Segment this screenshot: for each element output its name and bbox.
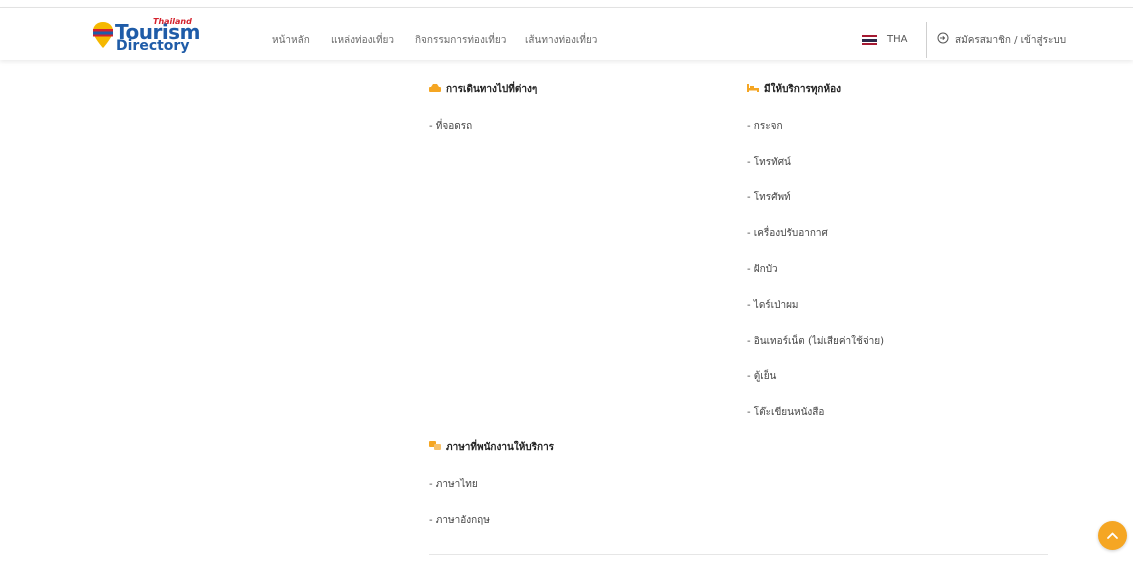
room-services-section-title: มีให้บริการทุกห้อง (747, 83, 897, 95)
section-divider (429, 554, 1048, 555)
login-icon (937, 32, 949, 44)
thai-flag-icon (862, 35, 877, 45)
bed-icon (747, 84, 759, 92)
room-service-item: - เครื่องปรับอากาศ (747, 228, 828, 239)
room-service-item: - โต๊ะเขียนหนังสือ (747, 407, 825, 418)
site-header: Thailand Tourism Directory หน้าหลัก แหล่… (0, 8, 1133, 60)
language-item: - ภาษาอังกฤษ (429, 515, 490, 526)
scroll-to-top-button[interactable] (1098, 521, 1127, 550)
nav-item-home[interactable]: หน้าหลัก (272, 33, 310, 48)
room-service-item: - อินเทอร์เน็ต (ไม่เสียค่าใช้จ่าย) (747, 336, 885, 347)
logo-pin-icon (93, 22, 113, 48)
room-service-item: - โทรทัศน์ (747, 157, 791, 168)
languages-section-title: ภาษาที่พนักงานให้บริการ (429, 441, 589, 453)
room-service-item: - ตู้เย็น (747, 371, 777, 382)
room-service-item: - กระจก (747, 121, 783, 132)
room-service-item: - ฝักบัว (747, 264, 778, 275)
car-icon (429, 84, 441, 92)
login-label: สมัครสมาชิก / เข้าสู่ระบบ (955, 35, 1067, 46)
header-divider (926, 22, 927, 58)
language-icon (429, 441, 441, 450)
room-service-item: - ไดร์เป่าผม (747, 300, 799, 311)
logo-directory-text: Directory (116, 38, 190, 54)
nav-item-routes[interactable]: เส้นทางท่องเที่ยว (525, 33, 597, 48)
site-logo[interactable]: Thailand Tourism Directory (92, 17, 200, 57)
language-label: THA (887, 34, 908, 45)
nav-item-activities[interactable]: กิจกรรมการท่องเที่ยว (415, 33, 506, 48)
travel-item: - ที่จอดรถ (429, 121, 473, 132)
travel-section-title: การเดินทางไปที่ต่างๆ (429, 83, 579, 95)
chevron-up-icon (1107, 532, 1118, 539)
nav-item-attractions[interactable]: แหล่งท่องเที่ยว (331, 33, 394, 48)
room-service-item: - โทรศัพท์ (747, 192, 791, 203)
language-item: - ภาษาไทย (429, 479, 478, 490)
